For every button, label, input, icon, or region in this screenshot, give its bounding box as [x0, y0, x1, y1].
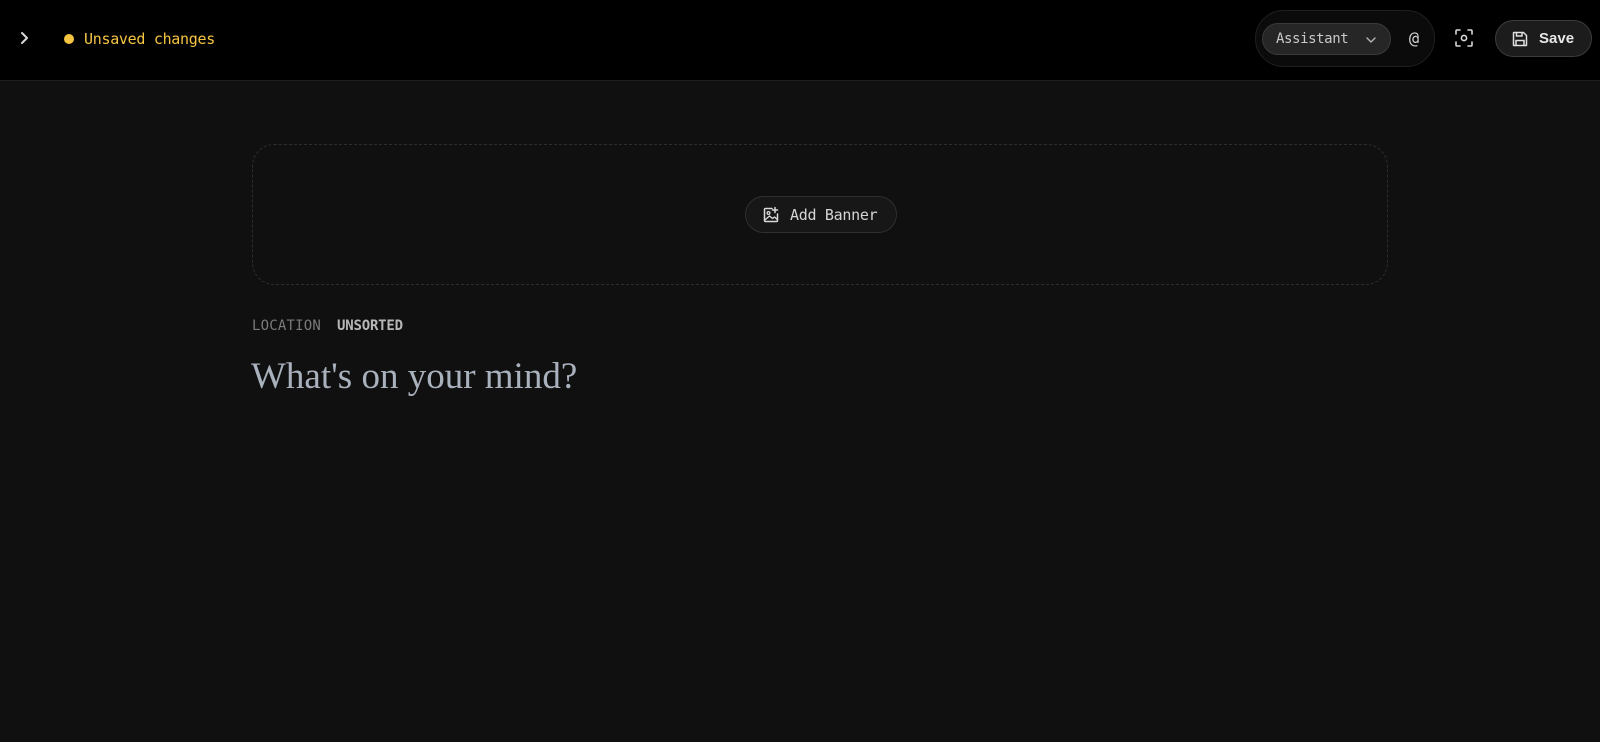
assistant-select-label: Assistant	[1276, 31, 1349, 47]
at-sign-icon: @	[1408, 29, 1420, 49]
location-label: LOCATION	[252, 318, 322, 334]
focus-frame-icon	[1455, 29, 1473, 47]
top-bar: Unsaved changes Assistant @ Save	[0, 0, 1600, 81]
unsaved-status: Unsaved changes	[64, 28, 215, 50]
assistant-group: Assistant @	[1255, 10, 1435, 67]
assistant-select[interactable]: Assistant	[1262, 23, 1391, 55]
banner-dropzone[interactable]: Add Banner	[252, 144, 1388, 285]
mention-button[interactable]: @	[1404, 26, 1424, 52]
save-button-label: Save	[1539, 30, 1575, 47]
focus-mode-button[interactable]	[1451, 25, 1477, 51]
status-dot	[64, 34, 74, 44]
image-plus-icon	[763, 206, 779, 222]
add-banner-label: Add Banner	[790, 205, 878, 224]
chevron-right-icon	[21, 32, 28, 44]
save-button[interactable]: Save	[1495, 20, 1592, 57]
add-banner-button[interactable]: Add Banner	[745, 196, 897, 233]
unsaved-text: Unsaved changes	[84, 30, 215, 48]
sidebar-toggle-button[interactable]	[14, 26, 36, 50]
location-row: LOCATION UNSORTED	[252, 316, 403, 336]
location-value[interactable]: UNSORTED	[337, 318, 403, 334]
title-input[interactable]	[251, 352, 1387, 400]
floppy-disk-icon	[1512, 31, 1528, 46]
chevron-down-icon	[1366, 37, 1376, 43]
